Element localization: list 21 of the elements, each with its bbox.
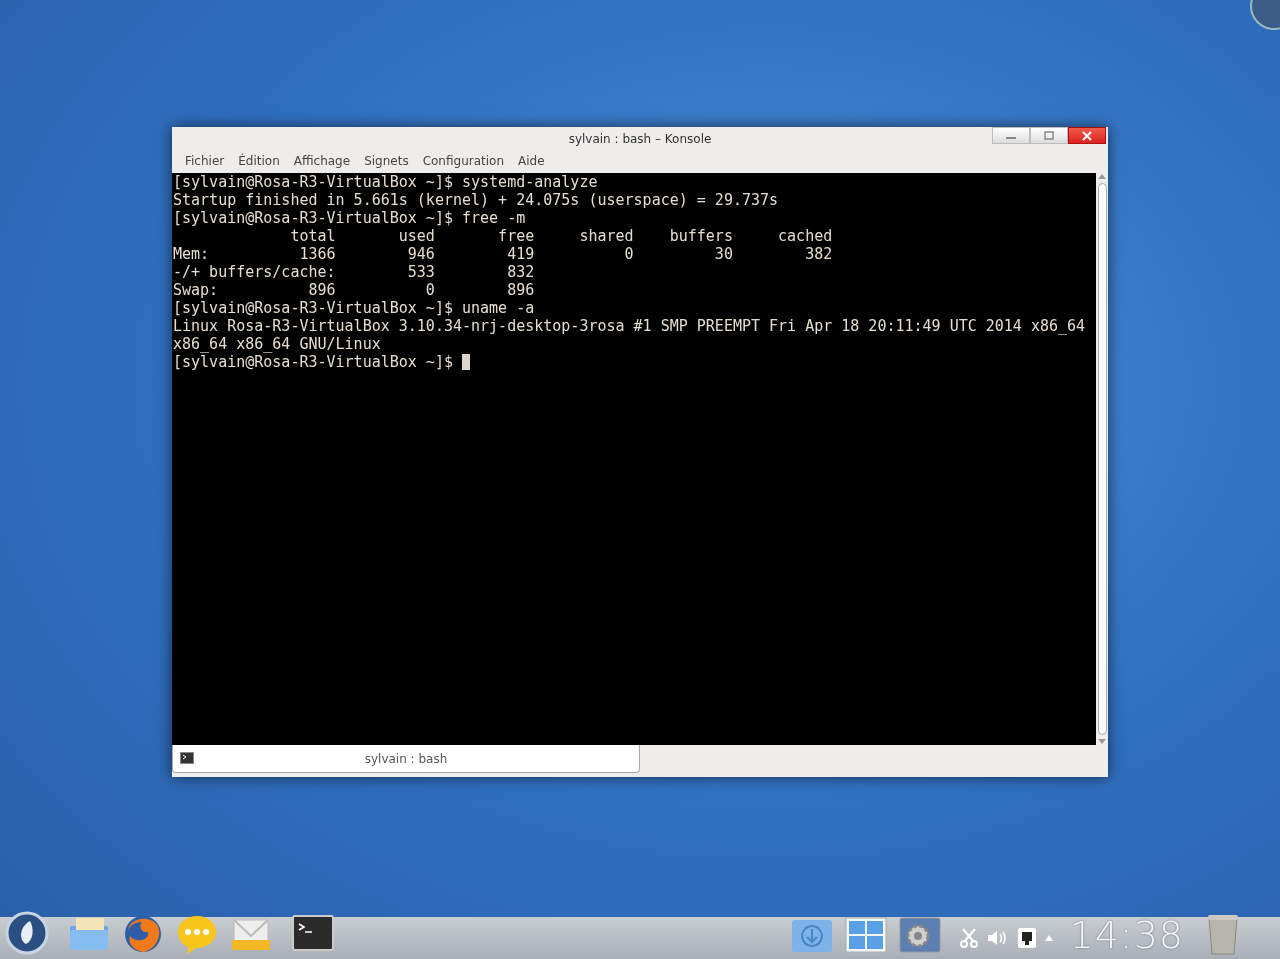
menu-item[interactable]: Fichier — [178, 150, 232, 172]
menu-item[interactable]: Signets — [357, 150, 416, 172]
minimize-button[interactable] — [992, 127, 1030, 144]
close-icon — [1082, 130, 1092, 141]
terminal-icon — [180, 752, 194, 764]
terminal-tab[interactable]: sylvain : bash — [172, 745, 640, 773]
text-cursor — [462, 354, 470, 370]
scissors-icon[interactable] — [959, 927, 980, 949]
menu-item[interactable]: Édition — [231, 150, 287, 172]
menu-item[interactable]: Configuration — [415, 150, 512, 172]
terminal-output: [sylvain@Rosa-R3-VirtualBox ~]$ systemd-analyze Startup finished in 5.661s (kernel) + 24.075s (userspace) = 29.737s [sylvain@Rosa-R3-VirtualBox ~]$ free -m total used free shared buffers cached Mem: 1366 946 419 0 30 382 -/+ buffers/cache: 533 832 Swap: 896 0 896 [sylvain@Rosa-R3-VirtualBox ~]$ uname -a Linux Rosa-R3-VirtualBox 3.10.34-nrj-desktop-3rosa #1 SMP PREEMPT Fri Apr 18 20:11:49 UTC 2014 x86_64 x86_64 x86_64 GNU/Linux [sylvain@Rosa-R3-VirtualBox ~]$ — [172, 173, 1087, 373]
maximize-icon — [1044, 131, 1054, 140]
network-icon[interactable] — [1017, 927, 1038, 949]
window-title: sylvain : bash – Konsole — [568, 131, 712, 148]
scroll-up-icon[interactable] — [1098, 173, 1106, 179]
expand-tray-icon[interactable] — [1045, 935, 1054, 941]
menu-item[interactable]: Aide — [511, 150, 552, 172]
launcher-icon[interactable] — [4, 910, 50, 956]
scroll-down-icon[interactable] — [1098, 739, 1106, 745]
menu-item[interactable]: Affichage — [286, 150, 358, 172]
close-button[interactable] — [1068, 127, 1106, 144]
